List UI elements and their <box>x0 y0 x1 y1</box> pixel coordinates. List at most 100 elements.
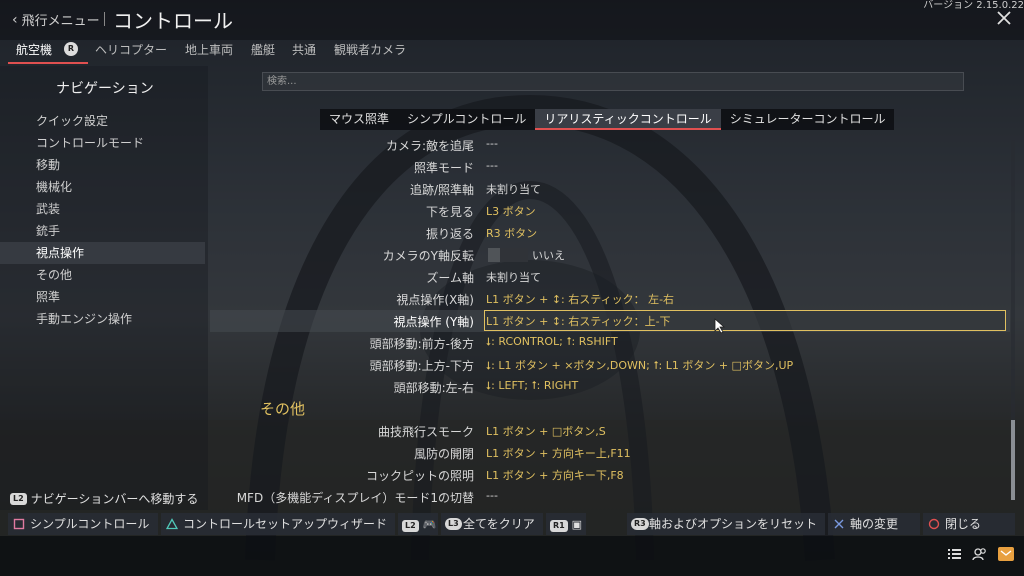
setup-wizard-label: コントロールセットアップウィザード <box>183 517 388 531</box>
close-icon[interactable] <box>996 10 1012 26</box>
toggle-value: いいえ <box>532 249 565 262</box>
sidebar-item-aiming[interactable]: 照準 <box>0 286 205 308</box>
setting-row[interactable]: 振り返る R3 ボタン <box>210 222 1010 244</box>
setting-label: 照準モード <box>413 161 474 175</box>
setting-value: L3 ボタン <box>486 205 536 218</box>
reset-axes-label: 軸およびオプションをリセット <box>649 517 818 531</box>
setup-wizard-button[interactable]: コントロールセットアップウィザード <box>161 513 395 535</box>
setting-row[interactable]: 視点操作(X軸) L1 ボタン + ↕: 右スティック： 左-右 <box>210 288 1010 310</box>
setting-row[interactable]: カメラ:敵を追尾 --- <box>210 134 1010 156</box>
mouse-cursor-icon <box>714 318 726 334</box>
setting-row[interactable]: 曲技飛行スモーク L1 ボタン + □ボタン,S <box>210 420 1010 442</box>
sidebar-item-mechanization[interactable]: 機械化 <box>0 176 205 198</box>
tab-helicopter[interactable]: ヘリコプター <box>95 41 167 58</box>
setting-row[interactable]: 頭部移動:左-右 ⭣: LEFT; ⭡: RIGHT <box>210 376 1010 398</box>
l2-button-icon: L2 <box>402 520 419 532</box>
sidebar-item-control-mode[interactable]: コントロールモード <box>0 132 205 154</box>
tab-simple-control[interactable]: シンプルコントロール <box>398 109 535 130</box>
setting-row[interactable]: 追跡/照準軸 未割り当て <box>210 178 1010 200</box>
setting-label: 視点操作(X軸) <box>396 293 474 307</box>
save-icon: ▣ <box>571 518 582 531</box>
setting-label: 頭部移動:左-右 <box>393 381 474 395</box>
setting-row[interactable]: 下を見る L3 ボタン <box>210 200 1010 222</box>
l2-button-icon: L2 <box>10 492 27 505</box>
simple-control-button[interactable]: シンプルコントロール <box>8 513 158 535</box>
sidebar-item-movement[interactable]: 移動 <box>0 154 205 176</box>
clear-all-button[interactable]: L3 全てをクリア <box>441 513 543 535</box>
setting-row[interactable]: 頭部移動:上方-下方 ⭣: L1 ボタン + ×ボタン,DOWN; ⭡: L1 … <box>210 354 1010 376</box>
sidebar-item-weapons[interactable]: 武装 <box>0 198 205 220</box>
circle-button-icon <box>928 518 940 530</box>
search-input[interactable]: 検索... <box>262 72 964 91</box>
simple-control-label: シンプルコントロール <box>30 517 150 531</box>
setting-row[interactable]: カメラのY軸反転 いいえ <box>210 244 1010 266</box>
sidebar-item-quick-settings[interactable]: クイック設定 <box>0 110 205 132</box>
change-axis-label: 軸の変更 <box>850 517 899 531</box>
setting-label: ズーム軸 <box>426 271 474 285</box>
setting-row[interactable]: 頭部移動:前方-後方 ⭣: RCONTROL; ⭡: RSHIFT <box>210 332 1010 354</box>
setting-row[interactable]: 風防の開閉 L1 ボタン + 方向キー上,F11 <box>210 442 1010 464</box>
sidebar: ナビゲーション クイック設定 コントロールモード 移動 機械化 武装 銃手 視点… <box>0 66 208 510</box>
scrollbar-thumb[interactable] <box>1011 420 1015 500</box>
close-button[interactable]: 閉じる <box>923 513 1015 535</box>
mail-icon[interactable] <box>998 546 1014 562</box>
setting-value: L1 ボタン + ↕: 右スティック： 左-右 <box>486 293 675 306</box>
tab-ship[interactable]: 艦艇 <box>251 41 275 58</box>
sidebar-item-gunner[interactable]: 銃手 <box>0 220 205 242</box>
tab-common[interactable]: 共通 <box>292 41 316 58</box>
list-icon[interactable] <box>946 546 962 562</box>
invert-y-toggle[interactable] <box>488 248 528 262</box>
friends-icon[interactable] <box>972 546 988 562</box>
setting-row[interactable]: コックピットの照明 L1 ボタン + 方向キー下,F8 <box>210 464 1010 486</box>
setting-value: --- <box>486 159 498 172</box>
tab-aircraft[interactable]: 航空機 <box>16 41 52 58</box>
setting-row[interactable]: MFD（多機能ディスプレイ）モード1の切替 --- <box>210 486 1010 508</box>
back-label: 飛行メニュー <box>21 14 100 29</box>
sidebar-item-other[interactable]: その他 <box>0 264 205 286</box>
setting-label: 視点操作 (Y軸) <box>393 315 474 329</box>
setting-row-selected[interactable]: 視点操作 (Y軸) L1 ボタン + ↕: 右スティック：上-下 <box>210 310 1010 332</box>
sidebar-item-view-control[interactable]: 視点操作 <box>0 242 205 264</box>
setting-label: コックピットの照明 <box>365 469 474 483</box>
reset-axes-button[interactable]: R3 軸およびオプションをリセット <box>627 513 825 535</box>
page-title: コントロール <box>113 9 233 33</box>
setting-label: 追跡/照準軸 <box>409 183 474 197</box>
setting-value: ⭣: L1 ボタン + ×ボタン,DOWN; ⭡: L1 ボタン + □ボタン,… <box>486 359 794 372</box>
save-button[interactable]: R1 ▣ <box>546 513 586 535</box>
setting-value: 未割り当て <box>486 271 541 284</box>
r-button-icon: R <box>64 42 78 56</box>
tab-spectator-camera[interactable]: 観戦者カメラ <box>334 41 406 58</box>
tab-simulator-control[interactable]: シミュレーターコントロール <box>721 109 895 130</box>
sidebar-title: ナビゲーション <box>56 81 154 97</box>
setting-value: ⭣: LEFT; ⭡: RIGHT <box>486 379 579 392</box>
setting-row[interactable]: 照準モード --- <box>210 156 1010 178</box>
navbar-hint[interactable]: L2 ナビゲーションバーへ移動する <box>10 490 198 507</box>
gamepad-icon: 🎮 <box>422 518 437 531</box>
vehicle-tabs: 航空機 ヘリコプター 地上車両 艦艇 共通 観戦者カメラ <box>0 40 1024 64</box>
close-label: 閉じる <box>945 517 982 531</box>
active-tab-underline <box>8 62 88 64</box>
back-link[interactable]: ‹ 飛行メニュー <box>12 10 100 30</box>
square-button-icon <box>13 518 25 530</box>
setting-row[interactable]: ズーム軸 未割り当て <box>210 266 1010 288</box>
toggle-knob <box>488 248 500 262</box>
l3-button-icon: L3 <box>445 518 462 530</box>
r1-button-icon: R1 <box>550 520 568 532</box>
footer-bar <box>0 536 1024 576</box>
change-axis-button[interactable]: 軸の変更 <box>828 513 920 535</box>
setting-label: 曲技飛行スモーク <box>377 425 474 439</box>
setting-label: カメラ:敵を追尾 <box>385 139 474 153</box>
l2-action-button[interactable]: L2 🎮 <box>398 513 438 535</box>
setting-label: 振り返る <box>425 227 474 241</box>
setting-value: --- <box>486 489 498 502</box>
tab-realistic-control[interactable]: リアリスティックコントロール <box>535 109 721 130</box>
triangle-button-icon <box>166 518 178 530</box>
setting-value: 未割り当て <box>486 183 541 196</box>
cross-button-icon <box>834 519 844 529</box>
tab-ground-vehicle[interactable]: 地上車両 <box>185 41 233 58</box>
setting-label: 下を見る <box>425 205 474 219</box>
control-mode-tabs: マウス照準 シンプルコントロール リアリスティックコントロール シミュレーターコ… <box>320 109 895 130</box>
tab-mouse-aim[interactable]: マウス照準 <box>320 109 398 130</box>
clear-all-label: 全てをクリア <box>463 517 535 531</box>
sidebar-item-manual-engine[interactable]: 手動エンジン操作 <box>0 308 205 330</box>
